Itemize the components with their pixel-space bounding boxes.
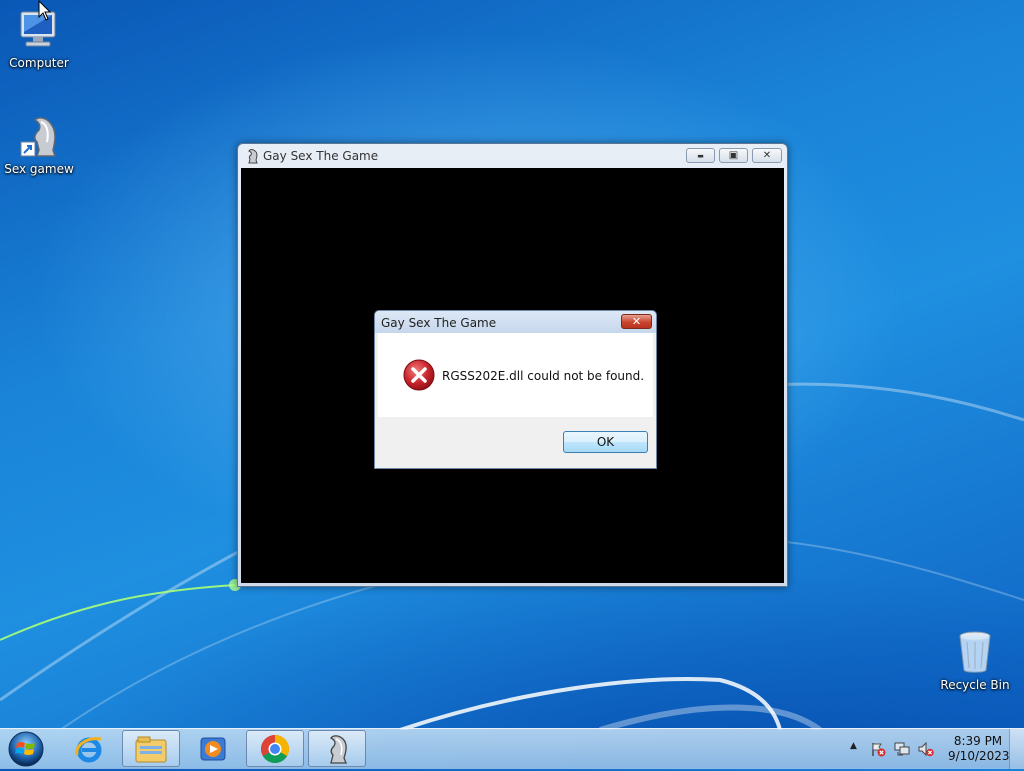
minimize-icon: ▬	[697, 151, 704, 160]
desktop-icon-label: Computer	[9, 56, 69, 70]
mouse-cursor-icon	[38, 0, 52, 21]
dialog-close-button[interactable]: ✕	[621, 314, 652, 329]
windows-logo-icon	[8, 731, 44, 767]
error-dialog[interactable]: Gay Sex The Game ✕ RGSS202E.dll could no…	[374, 310, 657, 469]
show-desktop-button[interactable]	[1009, 729, 1024, 769]
close-button[interactable]: ✕	[752, 148, 782, 163]
desktop-icon-label: Recycle Bin	[940, 678, 1010, 692]
taskbar: ▲ 8:39 PM 9/10/2023	[0, 728, 1024, 769]
show-hidden-icons-button[interactable]: ▲	[850, 741, 857, 751]
game-knight-icon	[248, 149, 258, 164]
chrome-icon	[261, 734, 289, 763]
dialog-footer: OK	[378, 417, 653, 465]
dialog-message: RGSS202E.dll could not be found.	[442, 369, 645, 383]
error-icon	[403, 359, 435, 391]
dialog-title: Gay Sex The Game	[381, 316, 497, 330]
desktop-icon-game-shortcut[interactable]: Sex gamew	[1, 112, 77, 176]
recycle-bin-icon	[951, 628, 999, 676]
taskbar-item-game[interactable]	[308, 730, 366, 767]
close-icon: ✕	[762, 150, 772, 161]
maximize-icon: ▣	[728, 150, 739, 161]
taskbar-item-file-explorer[interactable]	[122, 730, 180, 767]
desktop-icon-label: Sex gamew	[4, 162, 74, 176]
ok-button[interactable]: OK	[563, 431, 648, 453]
start-button[interactable]	[4, 730, 48, 768]
desktop-icon-recycle-bin[interactable]: Recycle Bin	[937, 628, 1013, 692]
action-center-flag-icon[interactable]	[870, 741, 886, 757]
minimize-button[interactable]: ▬	[686, 148, 715, 163]
clock-time: 8:39 PM	[953, 734, 1003, 748]
dialog-titlebar[interactable]: Gay Sex The Game ✕	[375, 311, 656, 333]
network-icon[interactable]	[894, 741, 910, 757]
game-window-titlebar[interactable]: Gay Sex The Game ▬ ▣ ✕	[238, 144, 787, 167]
clock-date: 9/10/2023	[948, 749, 1010, 763]
file-explorer-icon	[135, 736, 167, 762]
internet-explorer-icon	[75, 736, 102, 762]
volume-muted-icon[interactable]	[918, 741, 934, 757]
game-knight-icon	[330, 734, 347, 764]
taskbar-item-internet-explorer[interactable]	[60, 730, 118, 767]
taskbar-item-media-player[interactable]	[184, 730, 242, 767]
close-icon: ✕	[631, 315, 642, 328]
clock[interactable]: 8:39 PM 9/10/2023	[948, 734, 1010, 764]
taskbar-item-chrome[interactable]	[246, 730, 304, 767]
media-player-icon	[200, 737, 226, 760]
window-title: Gay Sex The Game	[263, 149, 379, 163]
dialog-body: RGSS202E.dll could not be found.	[378, 333, 653, 417]
maximize-button[interactable]: ▣	[719, 148, 748, 163]
game-knight-icon	[15, 112, 63, 160]
system-tray: ▲ 8:39 PM 9/10/2023	[834, 729, 1024, 769]
